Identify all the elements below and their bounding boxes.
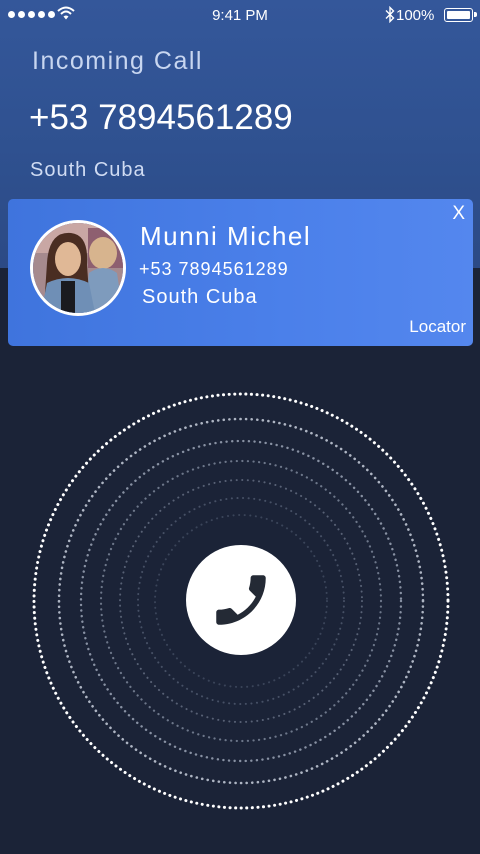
locator-label: Locator: [409, 317, 466, 336]
avatar-photo: [33, 223, 123, 313]
caller-info-card: X Munni Michel +53 7894561289 South Cuba…: [8, 199, 473, 346]
incoming-call-title: Incoming Call: [32, 47, 203, 75]
incoming-location: South Cuba: [30, 159, 146, 181]
status-bar: 9:41 PM 100%: [0, 0, 480, 32]
avatar: [30, 220, 126, 316]
caller-name: Munni Michel: [140, 221, 312, 251]
caller-location: South Cuba: [142, 286, 258, 308]
close-button[interactable]: X: [452, 203, 465, 225]
bluetooth-icon: [385, 6, 395, 23]
incoming-phone-number: +53 7894561289: [29, 98, 293, 137]
battery-icon: [444, 8, 477, 22]
caller-number: +53 7894561289: [139, 259, 289, 279]
phone-icon: [216, 575, 266, 625]
answer-call-button[interactable]: [186, 545, 296, 655]
battery-percent: 100%: [396, 7, 435, 24]
